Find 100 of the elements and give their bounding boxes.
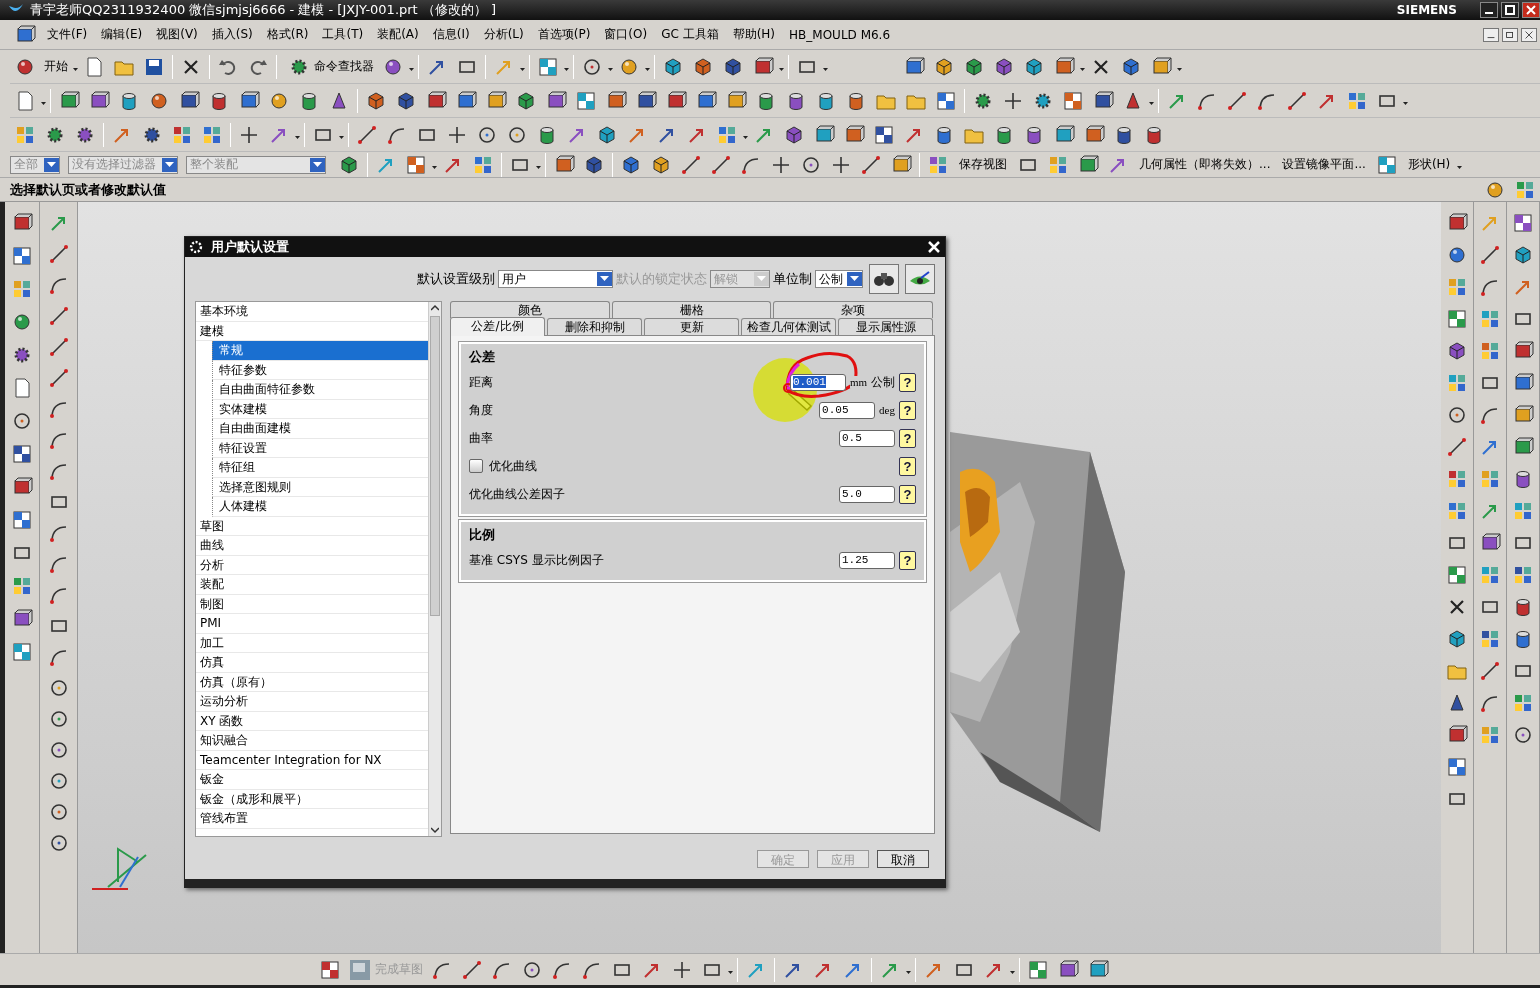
dialog-button[interactable]: 取消: [877, 850, 929, 868]
checker-icon[interactable]: [1446, 564, 1468, 586]
help-button[interactable]: ?: [899, 456, 916, 476]
help-button[interactable]: ?: [899, 400, 916, 420]
checker-icon[interactable]: [1512, 212, 1534, 234]
restore-icon[interactable]: [1502, 27, 1518, 42]
tab[interactable]: 颜色: [450, 301, 610, 318]
checker-icon[interactable]: [575, 89, 597, 112]
input-field[interactable]: 0.001: [789, 373, 846, 391]
grid-icon[interactable]: [1446, 372, 1468, 394]
checker-icon[interactable]: [405, 153, 427, 176]
help-button[interactable]: ?: [899, 484, 916, 504]
cube-icon[interactable]: [1446, 628, 1468, 650]
menu-item[interactable]: 信息(I): [425, 26, 477, 43]
tree-item[interactable]: 特征设置: [212, 438, 428, 458]
menu-item[interactable]: 编辑(E): [94, 26, 150, 43]
tree-item[interactable]: 选择意图规则: [212, 477, 428, 497]
grid-icon[interactable]: [11, 575, 33, 597]
checker-icon[interactable]: [11, 245, 33, 267]
checker-icon[interactable]: [1446, 756, 1468, 778]
scroll-up-icon[interactable]: [431, 304, 439, 312]
input-field[interactable]: 0.05: [819, 401, 876, 419]
line-icon[interactable]: [461, 958, 483, 981]
grid-icon[interactable]: [1479, 468, 1501, 490]
menu-item[interactable]: 装配(A): [370, 26, 426, 43]
caret-icon[interactable]: [847, 272, 862, 286]
tree-item[interactable]: 管线布置: [196, 809, 428, 829]
eye-button[interactable]: [905, 264, 935, 294]
menu-item[interactable]: 工具(T): [315, 26, 371, 43]
checkbox[interactable]: [469, 459, 483, 473]
menu-item[interactable]: HB_MOULD M6.6: [782, 27, 898, 42]
tree-item[interactable]: 仿真: [196, 653, 428, 673]
help-button[interactable]: ?: [899, 550, 916, 570]
grid-icon[interactable]: [1446, 276, 1468, 298]
tree-item[interactable]: 自由曲面特征参数: [212, 380, 428, 400]
grid-icon[interactable]: [1446, 500, 1468, 522]
maximize-icon[interactable]: [1505, 5, 1515, 15]
menu-item[interactable]: GC 工具箱: [654, 26, 726, 43]
tree-item[interactable]: 实体建模: [212, 399, 428, 419]
grid-icon[interactable]: [1479, 564, 1501, 586]
tab[interactable]: 显示属性源: [838, 318, 933, 335]
checker-icon[interactable]: [11, 509, 33, 531]
grid-icon[interactable]: [1479, 724, 1501, 746]
tree-item[interactable]: Teamcenter Integration for NX: [196, 750, 428, 770]
input-field[interactable]: 5.0: [839, 485, 895, 503]
line-icon[interactable]: [1479, 660, 1501, 682]
circle-icon[interactable]: [1446, 404, 1468, 426]
tree-item[interactable]: 分析: [196, 555, 428, 575]
tree-item[interactable]: 装配: [196, 575, 428, 595]
sphere-icon[interactable]: [11, 311, 33, 333]
grid-icon[interactable]: [1512, 564, 1534, 586]
line-icon[interactable]: [680, 153, 702, 176]
tree-item[interactable]: 钣金（成形和展平）: [196, 789, 428, 809]
checker-icon[interactable]: [11, 443, 33, 465]
caret-icon[interactable]: [597, 272, 612, 286]
toolbar-button[interactable]: 保存视图: [953, 156, 1013, 173]
tree-item[interactable]: 仿真（原有）: [196, 672, 428, 692]
help-button[interactable]: ?: [899, 428, 916, 448]
line-icon[interactable]: [47, 336, 70, 358]
start-button[interactable]: 开始: [40, 58, 72, 75]
grid-icon[interactable]: [1479, 628, 1501, 650]
input-field[interactable]: 0.5: [839, 429, 895, 447]
menu-item[interactable]: 分析(L): [476, 26, 531, 43]
close-icon[interactable]: [1521, 27, 1537, 42]
menu-item[interactable]: 插入(S): [204, 26, 260, 43]
tree-item[interactable]: 知识融合: [196, 731, 428, 751]
tree-item[interactable]: 草图: [196, 516, 428, 536]
line-icon[interactable]: [47, 243, 70, 265]
tree-item[interactable]: 人体建模: [212, 497, 428, 517]
line-icon[interactable]: [47, 367, 70, 389]
sphere-icon[interactable]: [1446, 244, 1468, 266]
checker-icon[interactable]: [537, 55, 559, 78]
tab[interactable]: 栅格: [611, 301, 772, 318]
tab[interactable]: 检查几何体测试: [741, 318, 836, 335]
line-icon[interactable]: [1446, 436, 1468, 458]
toolbar-button[interactable]: 设置镜像平面...: [1276, 156, 1372, 173]
menu-item[interactable]: 文件(F): [40, 26, 95, 43]
grid-icon[interactable]: [1479, 340, 1501, 362]
grid-icon[interactable]: [1512, 500, 1534, 522]
tree-item[interactable]: PMI: [196, 614, 428, 634]
tab[interactable]: 公差/比例: [450, 317, 545, 336]
tree-item[interactable]: XY 函数: [196, 711, 428, 731]
binoculars-button[interactable]: [869, 264, 899, 294]
tree-item[interactable]: 钣金: [196, 770, 428, 790]
grid-icon[interactable]: [1479, 308, 1501, 330]
checker-icon[interactable]: [11, 641, 33, 663]
cube-icon[interactable]: [1512, 244, 1534, 266]
tab[interactable]: 更新: [644, 318, 739, 335]
grid-icon[interactable]: [11, 278, 33, 300]
caret-icon[interactable]: [162, 157, 177, 172]
checker-icon[interactable]: [1062, 89, 1084, 112]
circle-icon[interactable]: [1512, 724, 1534, 746]
cube-icon[interactable]: [1446, 340, 1468, 362]
menu-item[interactable]: 帮助(H): [725, 26, 783, 43]
tree-item[interactable]: 基本环境: [196, 302, 428, 322]
tab[interactable]: 杂项: [773, 301, 933, 318]
line-icon[interactable]: [1286, 89, 1308, 112]
input-field[interactable]: 1.25: [839, 551, 895, 569]
tree-item[interactable]: 特征参数: [212, 360, 428, 380]
dropdown[interactable]: 公制: [815, 270, 863, 288]
